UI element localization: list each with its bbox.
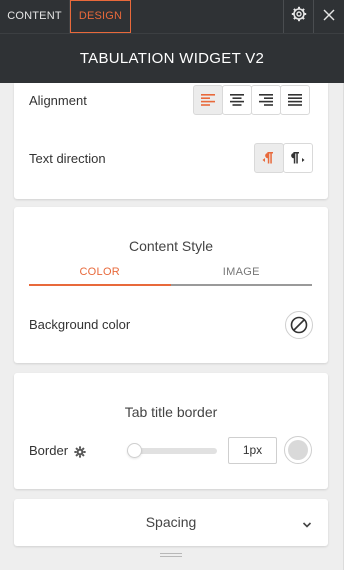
tab-title-border-card: Tab title border Border 1px (14, 373, 328, 489)
text-direction-control (254, 143, 313, 173)
text-direction-label: Text direction (29, 151, 106, 166)
gear-icon (291, 6, 307, 27)
settings-button[interactable] (283, 0, 313, 33)
border-color-swatch (288, 440, 308, 460)
align-left-icon (201, 94, 215, 106)
widget-title: TABULATION WIDGET V2 (0, 33, 344, 83)
border-slider-handle[interactable] (127, 443, 142, 458)
alignment-label: Alignment (29, 93, 87, 108)
top-bar: CONTENT DESIGN (0, 0, 344, 33)
layout-card: Alignment Text direction (14, 83, 328, 199)
align-right-button[interactable] (251, 85, 281, 115)
align-justify-button[interactable] (280, 85, 310, 115)
align-justify-icon (288, 94, 302, 106)
spacing-label: Spacing (145, 514, 197, 530)
align-right-icon (259, 94, 273, 106)
border-label: Border (29, 443, 69, 458)
no-color-icon (290, 316, 308, 334)
align-left-button[interactable] (193, 85, 223, 115)
border-width-input[interactable]: 1px (228, 437, 277, 464)
tab-design[interactable]: DESIGN (70, 0, 131, 33)
border-settings-icon[interactable] (74, 445, 86, 463)
close-icon (323, 8, 335, 26)
alignment-control (193, 85, 310, 115)
align-center-icon (230, 94, 244, 106)
background-color-label: Background color (29, 317, 131, 332)
tab-image[interactable]: IMAGE (170, 262, 312, 286)
align-center-button[interactable] (222, 85, 252, 115)
tab-title-border-title: Tab title border (124, 404, 218, 420)
content-style-card: Content Style COLOR IMAGE Background col… (14, 207, 328, 363)
border-color-picker[interactable] (284, 436, 312, 464)
tab-color[interactable]: COLOR (29, 262, 171, 286)
chevron-down-icon[interactable] (302, 516, 312, 534)
content-style-tabs: COLOR IMAGE (29, 262, 312, 286)
ltr-button[interactable] (254, 143, 284, 173)
tab-content[interactable]: CONTENT (0, 0, 70, 33)
rtl-icon (291, 152, 305, 164)
rtl-button[interactable] (283, 143, 313, 173)
background-color-picker[interactable] (285, 311, 313, 339)
spacing-card[interactable]: Spacing (14, 499, 328, 546)
ltr-icon (262, 152, 273, 164)
content-style-title: Content Style (128, 238, 214, 254)
close-button[interactable] (313, 0, 344, 33)
resize-handle[interactable] (160, 553, 182, 558)
